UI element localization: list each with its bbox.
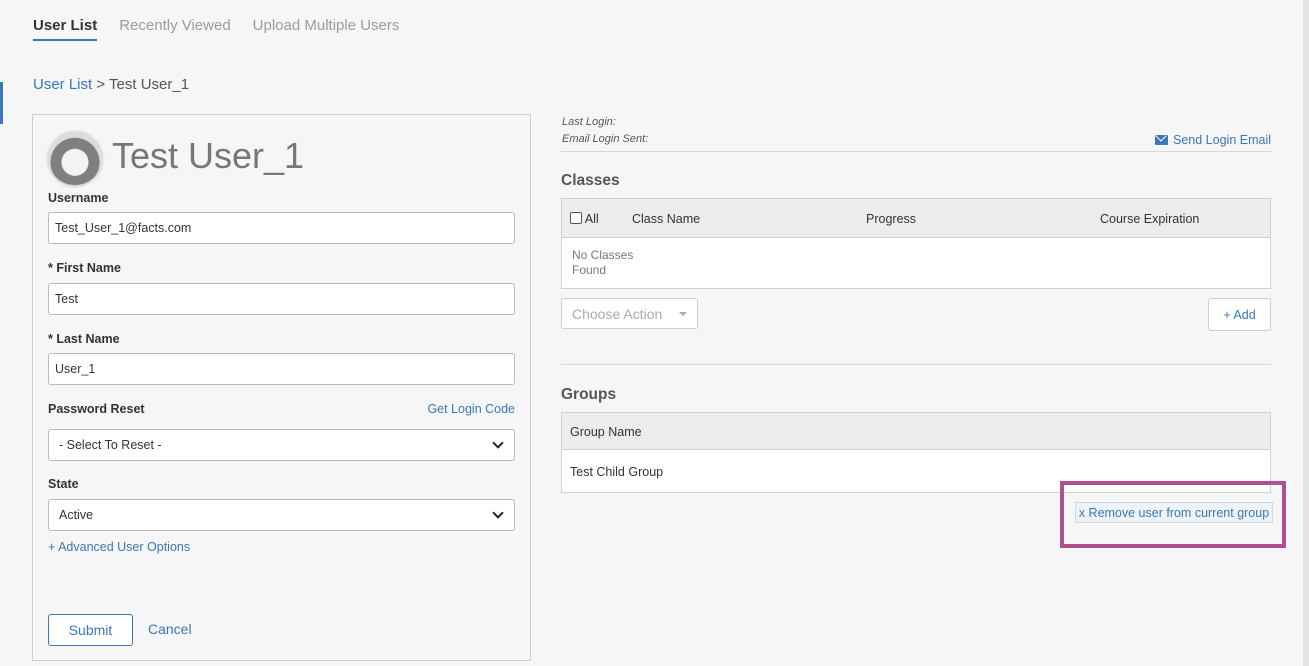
divider <box>561 151 1271 152</box>
username-field[interactable] <box>48 212 515 244</box>
state-select-value: Active <box>59 508 94 522</box>
choose-action-label: Choose Action <box>572 305 663 322</box>
caret-down-icon <box>679 311 687 316</box>
first-name-label: * First Name <box>48 261 121 275</box>
user-display-name: Test User_1 <box>112 135 305 176</box>
breadcrumb: User List > Test User_1 <box>33 76 189 93</box>
groups-table-header: Group Name <box>562 413 1270 450</box>
state-label: State <box>48 477 79 491</box>
select-all[interactable]: All <box>570 212 599 226</box>
groups-title: Groups <box>561 386 617 403</box>
top-tabs: User List Recently Viewed Upload Multipl… <box>33 17 399 41</box>
scrollbar[interactable] <box>1303 0 1309 666</box>
classes-table: All Class Name Progress Course Expiratio… <box>561 198 1271 289</box>
send-login-email-link[interactable]: Send Login Email <box>1155 133 1271 147</box>
group-name-cell: Test Child Group <box>570 465 664 479</box>
column-class-name[interactable]: Class Name <box>632 212 700 226</box>
first-name-field[interactable] <box>48 283 515 315</box>
no-classes-message: No Classes Found <box>572 248 634 277</box>
breadcrumb-separator: > <box>96 76 106 93</box>
last-name-field[interactable] <box>48 353 515 385</box>
add-class-button[interactable]: + Add <box>1208 298 1271 331</box>
select-all-checkbox[interactable] <box>570 212 582 224</box>
chevron-down-icon <box>492 436 504 449</box>
avatar <box>48 131 102 185</box>
envelope-icon <box>1155 135 1169 145</box>
user-form-card: Test User_1 Username * First Name * Last… <box>32 114 531 661</box>
divider <box>561 364 1271 365</box>
classes-title: Classes <box>561 172 620 189</box>
submit-button[interactable]: Submit <box>48 614 133 646</box>
breadcrumb-user-list-link[interactable]: User List <box>33 76 92 93</box>
column-progress[interactable]: Progress <box>866 212 916 226</box>
get-login-code-link[interactable]: Get Login Code <box>427 402 515 416</box>
password-reset-select[interactable]: - Select To Reset - <box>48 429 515 461</box>
password-reset-label: Password Reset <box>48 402 145 416</box>
select-all-label: All <box>584 212 599 226</box>
last-login-label: Last Login: <box>562 116 616 128</box>
advanced-user-options-link[interactable]: + Advanced User Options <box>48 540 190 554</box>
chevron-down-icon <box>492 506 504 519</box>
choose-action-dropdown[interactable]: Choose Action <box>561 298 698 329</box>
username-label: Username <box>48 191 109 205</box>
tab-recently-viewed[interactable]: Recently Viewed <box>119 17 230 41</box>
tab-user-list[interactable]: User List <box>33 17 98 41</box>
password-reset-select-value: - Select To Reset - <box>59 438 162 452</box>
classes-table-header: All Class Name Progress Course Expiratio… <box>562 199 1270 238</box>
tab-upload-multiple-users[interactable]: Upload Multiple Users <box>253 17 400 41</box>
column-group-name[interactable]: Group Name <box>570 425 642 439</box>
breadcrumb-current: Test User_1 <box>109 76 190 93</box>
last-name-label: * Last Name <box>48 332 120 346</box>
email-login-sent-label: Email Login Sent: <box>562 133 649 145</box>
highlight-annotation <box>1060 481 1286 548</box>
send-login-email-label: Send Login Email <box>1173 133 1271 147</box>
column-course-expiration[interactable]: Course Expiration <box>1100 212 1199 226</box>
cancel-link[interactable]: Cancel <box>148 621 192 637</box>
state-select[interactable]: Active <box>48 499 515 531</box>
left-accent-bar <box>0 82 3 124</box>
